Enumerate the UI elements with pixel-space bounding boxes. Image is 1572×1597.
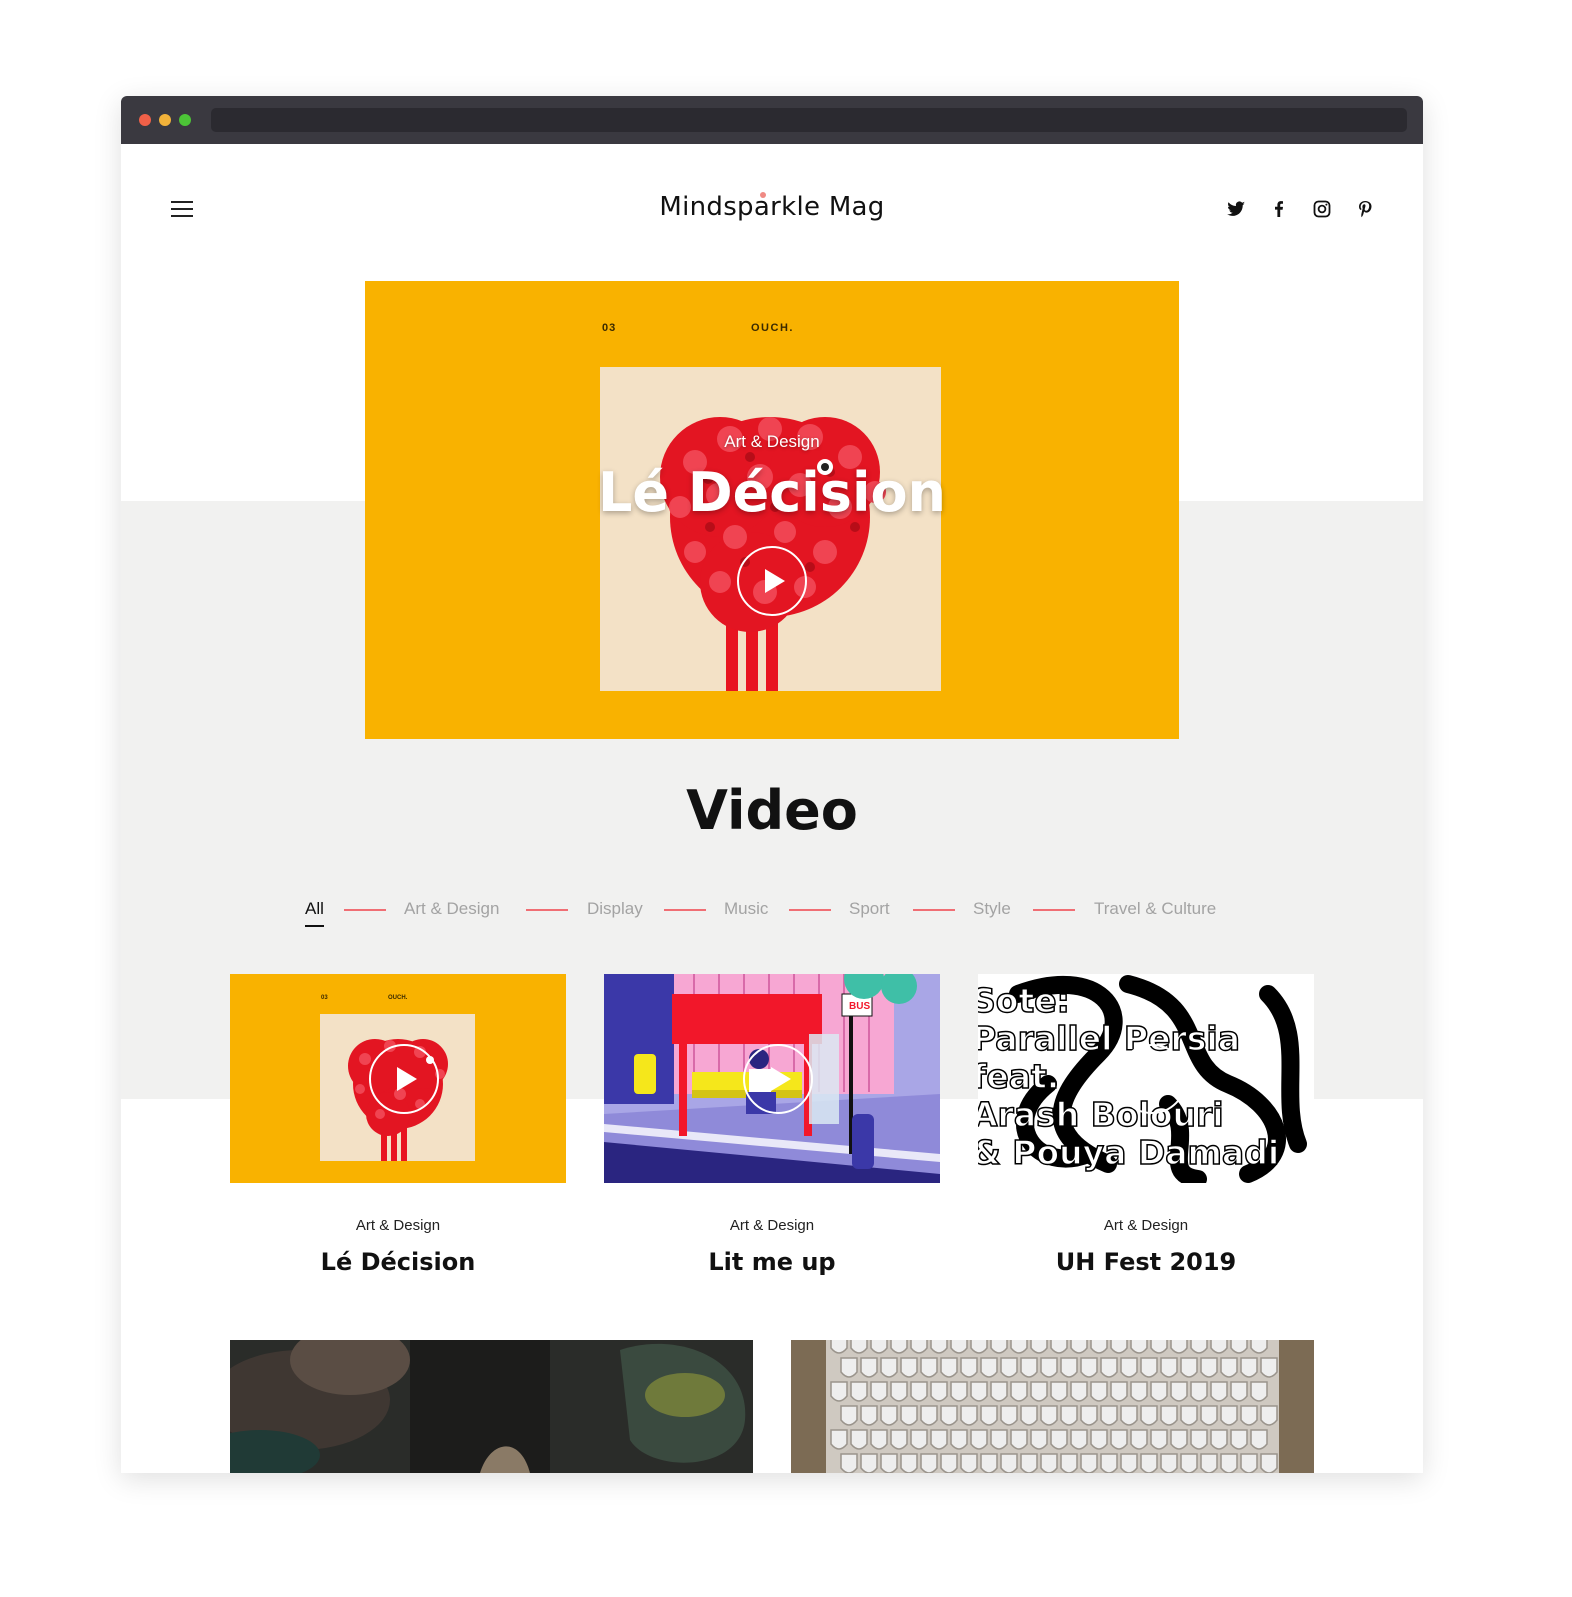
card-category[interactable]: Art & Design	[978, 1217, 1314, 1234]
card-category[interactable]: Art & Design	[230, 1217, 566, 1234]
hero-issue-number: 03	[602, 322, 617, 334]
card-title[interactable]: UH Fest 2019	[978, 1248, 1314, 1276]
browser-window: Mindsparkle Mag 03 OUCH. Art & Design Lé…	[121, 96, 1423, 1473]
site-logo[interactable]: Mindsparkle Mag	[572, 192, 972, 222]
play-icon[interactable]	[369, 1044, 439, 1114]
hero-artwork	[600, 367, 941, 691]
close-window-button[interactable]	[139, 114, 151, 126]
video-card[interactable]: BUS Art & Design Lit me up	[604, 974, 940, 1276]
card-title[interactable]: Lé Décision	[230, 1248, 566, 1276]
filter-sport[interactable]: Sport	[849, 899, 890, 919]
bus-sign-text: BUS	[849, 1001, 870, 1012]
filter-art-design[interactable]: Art & Design	[404, 899, 499, 919]
address-bar[interactable]	[211, 108, 1407, 132]
pinterest-icon[interactable]	[1353, 197, 1377, 221]
thumb-brand-label: OUCH.	[388, 995, 408, 1001]
video-thumbnail[interactable]: 03 OUCH.	[230, 974, 566, 1183]
logo-accent-dot	[760, 192, 766, 198]
play-icon[interactable]	[743, 1044, 813, 1114]
minimize-window-button[interactable]	[159, 114, 171, 126]
poster-line: Parallel Persia	[978, 1019, 1240, 1058]
poster-line: Arash Bolouri	[978, 1095, 1224, 1134]
play-icon[interactable]	[1117, 1044, 1187, 1114]
video-thumbnail[interactable]: BUS	[604, 974, 940, 1183]
filter-style[interactable]: Style	[973, 899, 1011, 919]
poster-line: & Pouya Damadi	[978, 1133, 1279, 1172]
video-thumbnail[interactable]	[791, 1340, 1314, 1473]
thumb-issue-number: 03	[321, 995, 328, 1001]
filter-separator	[1033, 909, 1075, 911]
filter-all[interactable]: All	[305, 899, 324, 927]
poster-line: feat.	[978, 1057, 1059, 1096]
video-card[interactable]: 03 OUCH. Art & Design Lé Décision	[230, 974, 566, 1276]
hero-video[interactable]: 03 OUCH. Art & Design Lé Décision	[365, 281, 1179, 739]
filter-separator	[913, 909, 955, 911]
filter-display[interactable]: Display	[587, 899, 643, 919]
filter-separator	[664, 909, 706, 911]
poster-line: Sote:	[978, 981, 1070, 1020]
instagram-icon[interactable]	[1310, 197, 1334, 221]
play-icon[interactable]	[737, 546, 807, 616]
filter-separator	[344, 909, 386, 911]
menu-icon[interactable]	[171, 200, 195, 218]
section-title: Video	[686, 779, 858, 842]
category-filters: All Art & Design Display Music Sport Sty…	[121, 896, 1423, 927]
hero-category[interactable]: Art & Design	[365, 432, 1179, 452]
video-thumbnail[interactable]	[230, 1340, 753, 1473]
video-thumbnail[interactable]: Sote: Parallel Persia feat. Arash Bolour…	[978, 974, 1314, 1183]
maximize-window-button[interactable]	[179, 114, 191, 126]
filter-travel-culture[interactable]: Travel & Culture	[1094, 899, 1216, 919]
browser-titlebar	[121, 96, 1423, 144]
filter-separator	[526, 909, 568, 911]
facebook-icon[interactable]	[1267, 197, 1291, 221]
hero-title[interactable]: Lé Décision	[365, 461, 1179, 524]
filter-music[interactable]: Music	[724, 899, 768, 919]
filter-separator	[789, 909, 831, 911]
card-category[interactable]: Art & Design	[604, 1217, 940, 1234]
twitter-icon[interactable]	[1224, 197, 1248, 221]
video-card[interactable]: Sote: Parallel Persia feat. Arash Bolour…	[978, 974, 1314, 1276]
card-title[interactable]: Lit me up	[604, 1248, 940, 1276]
hero-brand-label: OUCH.	[751, 322, 794, 334]
